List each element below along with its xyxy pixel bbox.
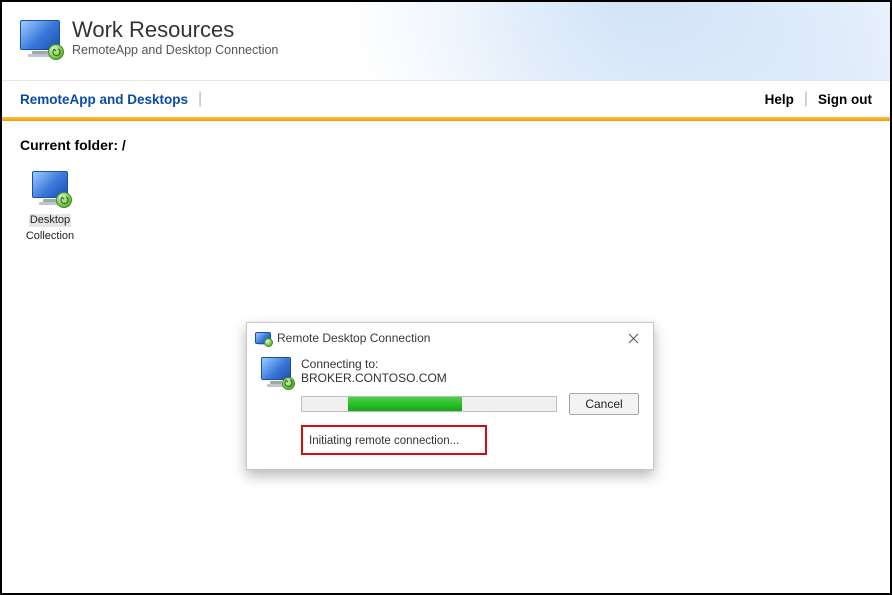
dialog-titlebar[interactable]: Remote Desktop Connection xyxy=(247,323,653,353)
dialog-title: Remote Desktop Connection xyxy=(277,331,621,345)
close-button[interactable] xyxy=(621,326,645,350)
help-link[interactable]: Help xyxy=(765,92,794,107)
content-area: Current folder: / Desktop Collection xyxy=(2,121,890,259)
status-text: Initiating remote connection... xyxy=(309,435,459,447)
page-title: Work Resources xyxy=(72,18,278,41)
status-highlight: Initiating remote connection... xyxy=(301,425,487,455)
rd-web-access-window: Work Resources RemoteApp and Desktop Con… xyxy=(0,0,892,595)
header: Work Resources RemoteApp and Desktop Con… xyxy=(2,2,890,81)
current-folder-label: Current folder: / xyxy=(20,137,872,153)
progress-fill xyxy=(348,397,462,411)
separator: | xyxy=(804,90,808,108)
cancel-button[interactable]: Cancel xyxy=(569,393,639,415)
remote-desktop-monitor-icon xyxy=(32,171,68,205)
connecting-host: BROKER.CONTOSO.COM xyxy=(301,371,639,385)
desktop-collection-item[interactable]: Desktop Collection xyxy=(20,171,80,243)
remote-desktop-monitor-icon xyxy=(255,332,271,345)
close-icon xyxy=(628,333,639,344)
remote-desktop-connection-dialog: Remote Desktop Connection Connecting to: xyxy=(246,322,654,470)
tab-remoteapp-desktops[interactable]: RemoteApp and Desktops xyxy=(20,92,188,107)
brand-block: Work Resources RemoteApp and Desktop Con… xyxy=(20,18,278,57)
item-label-line1: Desktop xyxy=(29,214,71,227)
tabs-bar: RemoteApp and Desktops | Help | Sign out xyxy=(2,81,890,117)
separator: | xyxy=(198,90,202,108)
connecting-to-label: Connecting to: xyxy=(301,357,639,371)
item-label-line2: Collection xyxy=(20,230,80,243)
remote-desktop-monitor-icon xyxy=(20,20,60,57)
progress-bar xyxy=(301,396,557,412)
remote-desktop-monitor-icon xyxy=(261,357,291,387)
dialog-body: Connecting to: BROKER.CONTOSO.COM Cancel… xyxy=(247,353,653,469)
page-subtitle: RemoteApp and Desktop Connection xyxy=(72,43,278,57)
sign-out-link[interactable]: Sign out xyxy=(818,92,872,107)
